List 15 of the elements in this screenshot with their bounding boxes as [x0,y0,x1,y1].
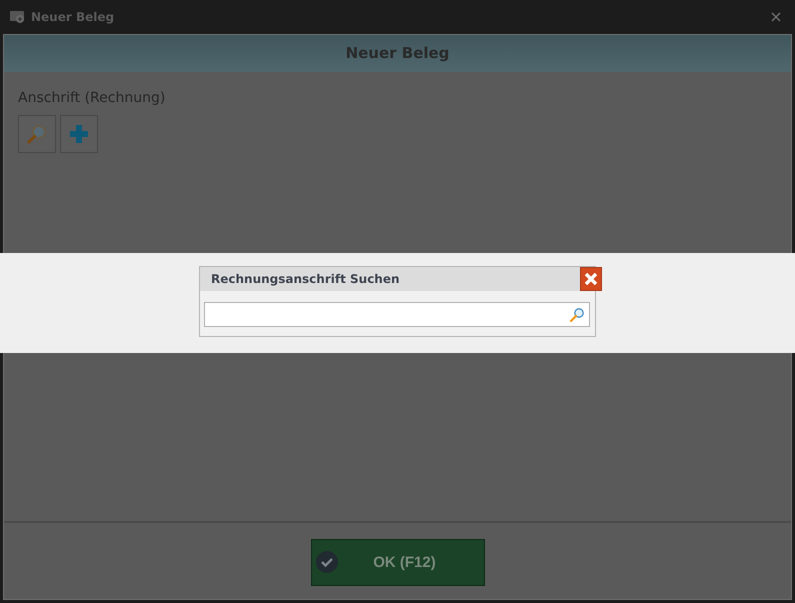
dialog-header: Neuer Beleg [4,35,791,72]
close-icon [584,272,598,286]
search-icon [26,123,48,145]
window-title: Neuer Beleg [31,10,116,24]
close-icon[interactable] [771,12,781,22]
add-button[interactable] [60,115,98,153]
check-icon [316,551,338,573]
search-icon [569,306,585,322]
search-field[interactable] [204,302,590,327]
close-button[interactable] [580,267,602,291]
dialog-title: Rechnungsanschrift Suchen [211,272,401,286]
ok-button[interactable]: OK (F12) [310,538,484,586]
window-icon [10,10,26,24]
search-button[interactable] [18,115,56,153]
plus-icon [68,123,90,145]
